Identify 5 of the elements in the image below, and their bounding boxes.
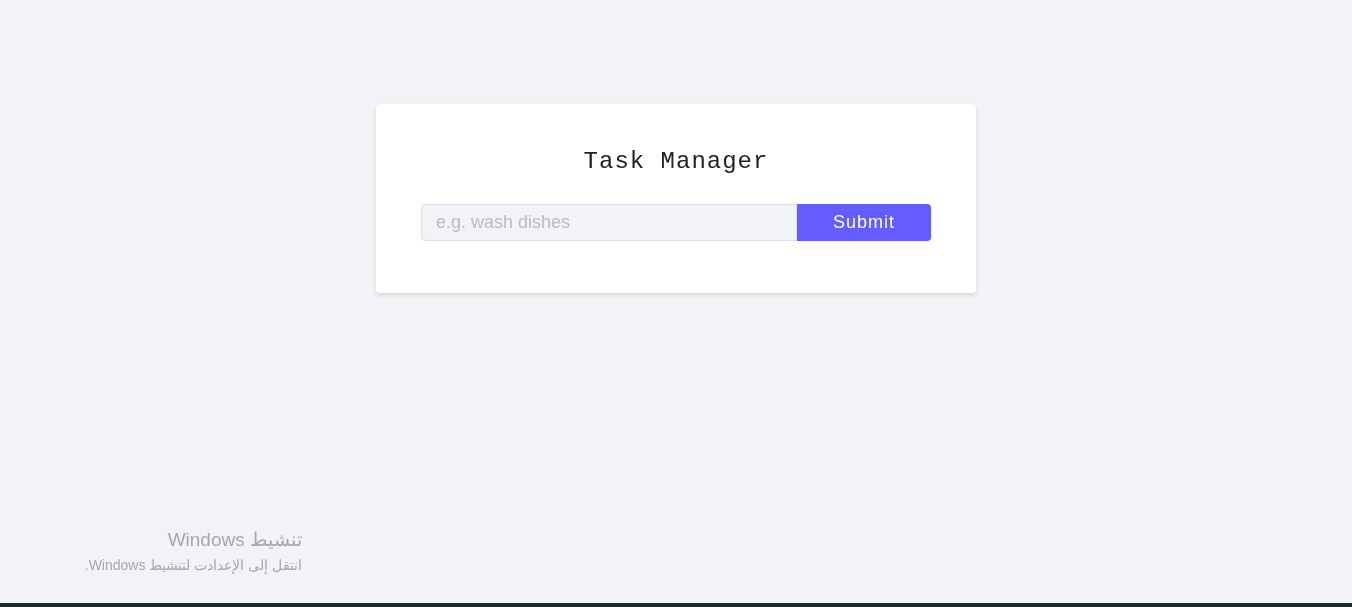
activation-title: تنشيط Windows (167, 528, 302, 552)
card-title: Task Manager (583, 147, 769, 177)
submit-button[interactable]: Submit (797, 204, 931, 241)
task-input-field[interactable]: e.g. wash dishes (421, 204, 797, 241)
activation-message: انتقل إلى الإعدادت لتنشيط Windows. (84, 555, 302, 576)
